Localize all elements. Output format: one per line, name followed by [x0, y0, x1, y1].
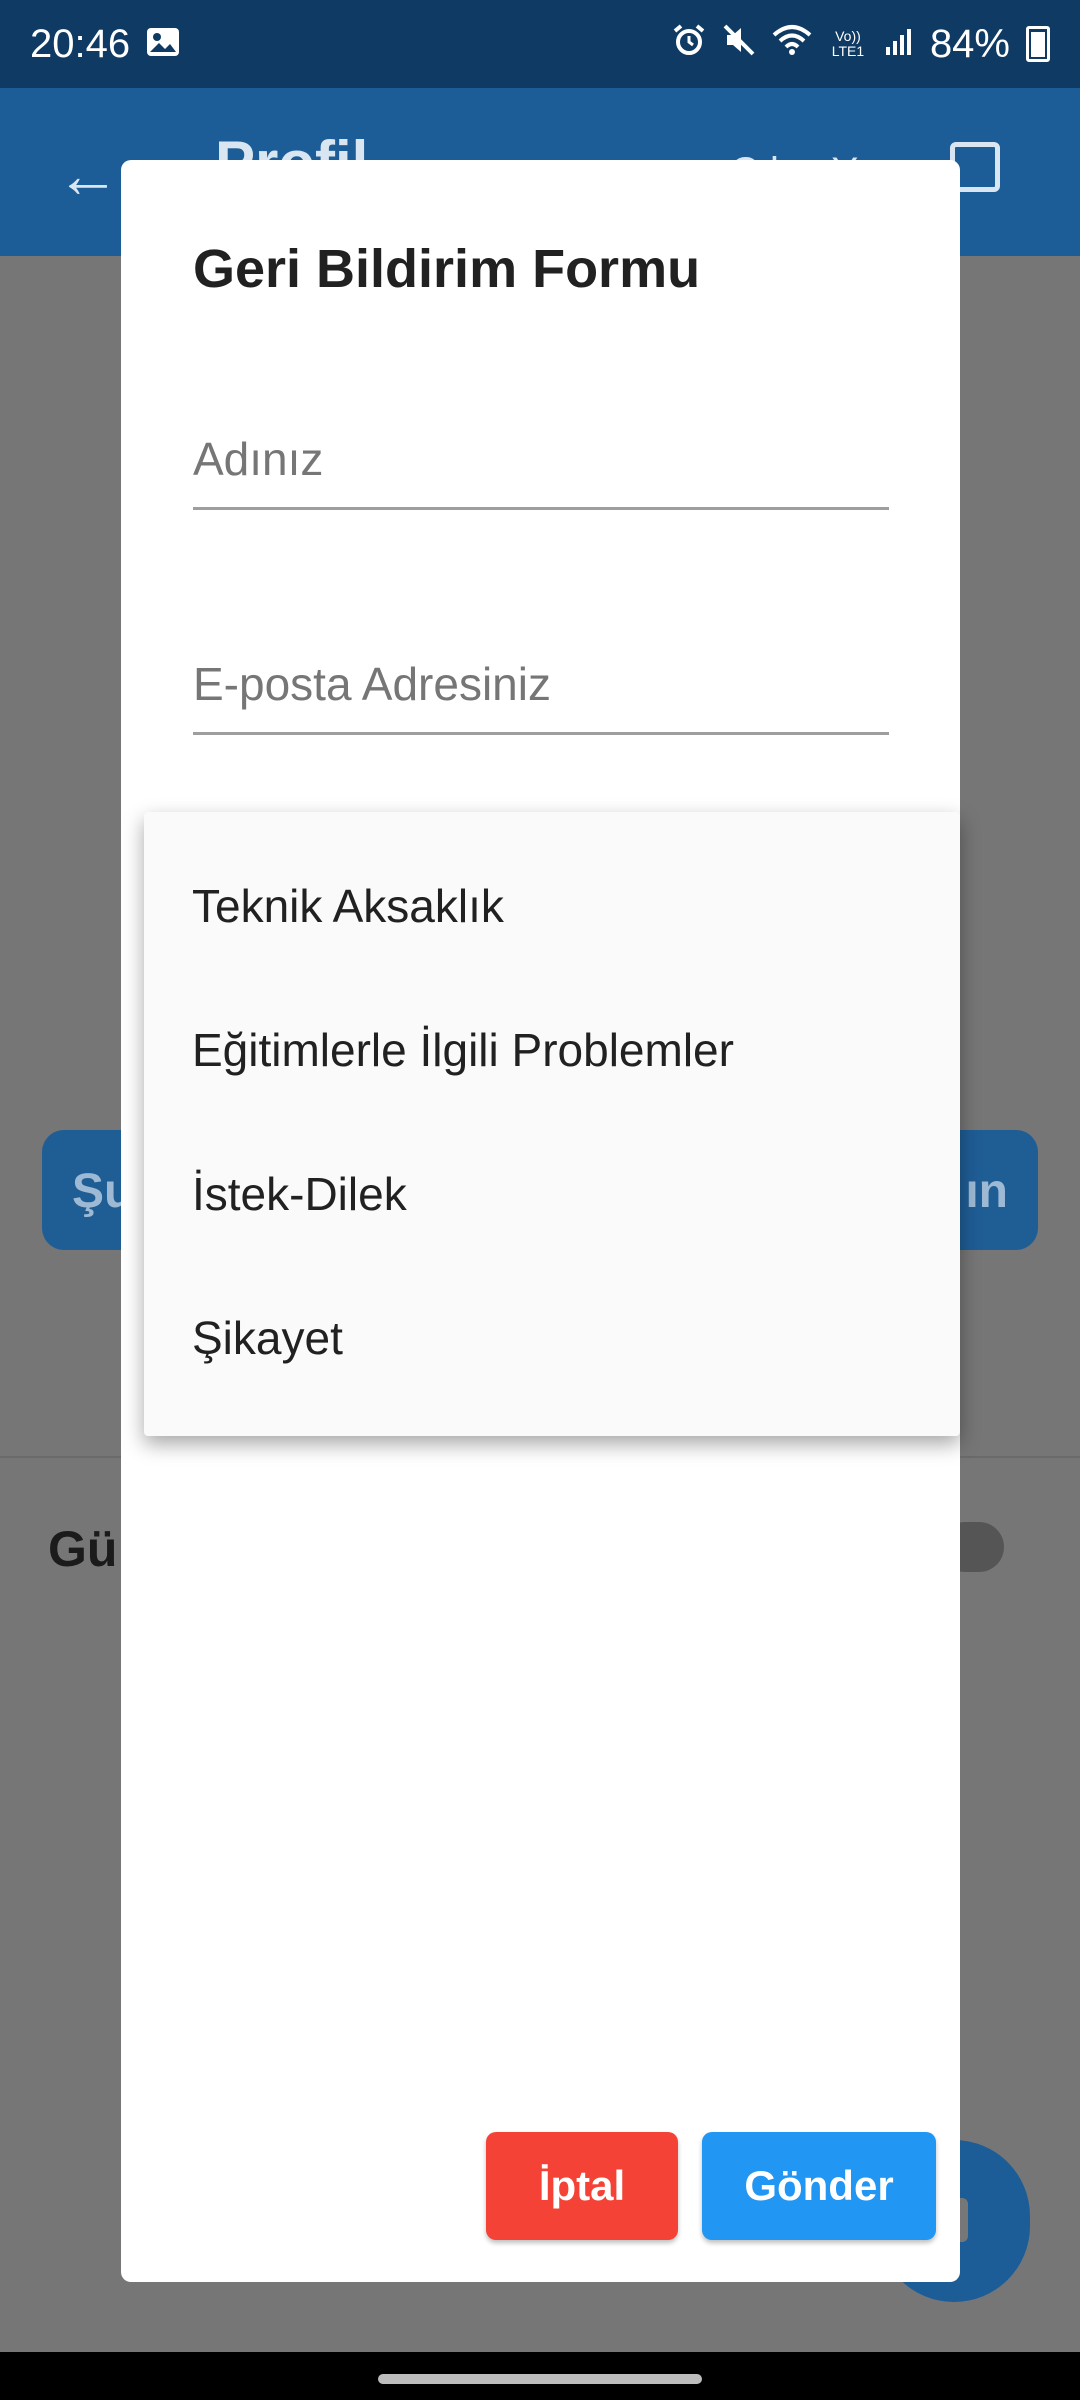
navigation-bar [0, 2352, 1080, 2400]
status-left: 20:46 [30, 22, 180, 67]
back-arrow-icon[interactable]: ← [56, 138, 120, 212]
battery-icon [1026, 26, 1050, 62]
clock: 20:46 [30, 21, 131, 66]
background-button-right-text: ın [965, 1165, 1008, 1218]
email-field[interactable] [193, 635, 889, 735]
dialog-title: Geri Bildirim Formu [193, 239, 701, 299]
home-gesture-handle[interactable] [378, 2374, 702, 2384]
cancel-button[interactable]: İptal [486, 2132, 678, 2240]
alarm-icon [672, 22, 706, 67]
wifi-icon [772, 22, 812, 67]
battery-percent: 84% [929, 21, 1010, 66]
volte-icon: Vo)) LTE1 [831, 28, 865, 59]
email-input[interactable] [193, 635, 889, 735]
signal-icon [884, 22, 914, 67]
send-button[interactable]: Gönder [702, 2132, 936, 2240]
dropdown-option-complaint[interactable]: Şikayet [192, 1298, 912, 1378]
dropdown-option-request-wish[interactable]: İstek-Dilek [192, 1154, 912, 1234]
mute-icon [722, 22, 756, 67]
dropdown-option-technical-issue[interactable]: Teknik Aksaklık [192, 866, 912, 946]
status-bar: 20:46 Vo)) LTE1 84% [0, 0, 1080, 88]
category-dropdown-menu: Teknik Aksaklık Eğitimlerle İlgili Probl… [144, 812, 960, 1436]
status-right: Vo)) LTE1 84% [672, 22, 1050, 67]
dialog-actions: İptal Gönder [486, 2132, 936, 2240]
background-label: Gü [48, 1521, 118, 1577]
image-icon [146, 22, 180, 67]
dropdown-option-training-problems[interactable]: Eğitimlerle İlgili Problemler [192, 1010, 912, 1090]
name-field[interactable] [193, 410, 889, 510]
name-input[interactable] [193, 410, 889, 510]
